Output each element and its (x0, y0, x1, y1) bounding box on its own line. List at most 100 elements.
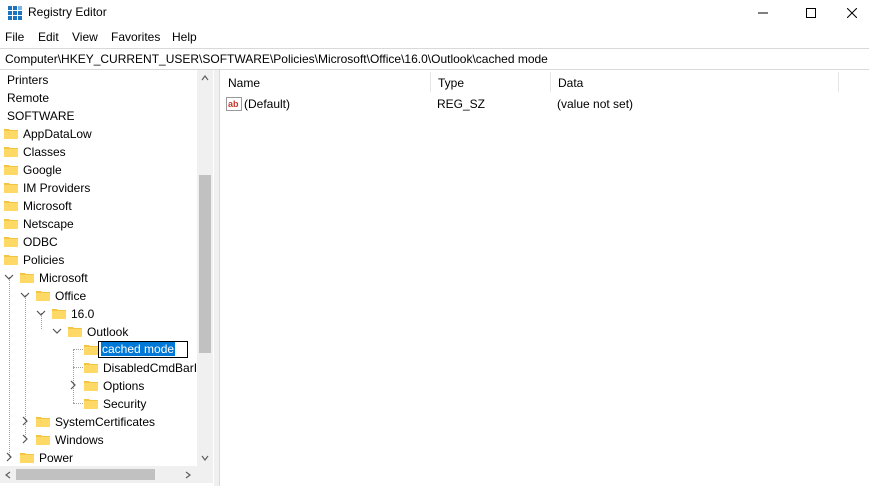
folder-icon (4, 183, 18, 193)
menu-favorites[interactable]: Favorites (111, 30, 160, 44)
tree-item-options[interactable]: Options (0, 377, 198, 395)
folder-icon (4, 237, 18, 247)
scrollbar-corner (197, 466, 213, 483)
folder-icon (4, 165, 18, 175)
address-path[interactable]: Computer\HKEY_CURRENT_USER\SOFTWARE\Poli… (5, 52, 548, 66)
tree-item-microsoft[interactable]: Microsoft (0, 197, 198, 215)
folder-icon (36, 417, 50, 427)
menu-view[interactable]: View (72, 30, 98, 44)
tree-item-policies[interactable]: Policies (0, 251, 198, 269)
tree-item-label: DisabledCmdBarIt (103, 361, 201, 375)
scroll-down-icon[interactable] (201, 454, 209, 462)
tree-item-windows[interactable]: Windows (0, 431, 198, 449)
tree-item-disabledcmdbaritems[interactable]: DisabledCmdBarIt (0, 359, 201, 377)
folder-open-icon (52, 309, 66, 319)
column-header-type[interactable]: Type (430, 70, 550, 94)
tree-item-label: IM Providers (23, 181, 91, 195)
tree-item-label: 16.0 (71, 307, 95, 321)
maximize-icon (806, 8, 816, 18)
tree-item-label: Windows (55, 433, 104, 447)
scroll-left-icon[interactable] (4, 471, 12, 479)
tree-item-cached-mode[interactable]: cached mode (0, 341, 198, 359)
tree-item-netscape[interactable]: Netscape (0, 215, 198, 233)
value-name: (Default) (244, 97, 291, 111)
tree-item-label: Remote (7, 91, 50, 105)
menu-file[interactable]: File (5, 30, 24, 44)
menu-edit[interactable]: Edit (38, 30, 59, 44)
folder-icon (4, 255, 18, 265)
close-button[interactable] (834, 0, 869, 26)
chevron-right-icon[interactable] (68, 380, 78, 390)
folder-open-icon (68, 327, 82, 337)
tree-item-label: Security (103, 397, 147, 411)
folder-icon (84, 399, 98, 409)
folder-icon (4, 219, 18, 229)
tree-item-label: Microsoft (23, 199, 72, 213)
tree-item-im-providers[interactable]: IM Providers (0, 179, 198, 197)
column-header-name[interactable]: Name (220, 70, 430, 94)
key-tree[interactable]: Printers Remote SOFTWARE AppDataLow Clas… (0, 70, 215, 486)
chevron-right-icon[interactable] (4, 452, 14, 462)
menu-bar: File Edit View Favorites Help (0, 27, 869, 47)
tree-item-label-selected[interactable]: cached mode (101, 342, 176, 356)
address-bar[interactable]: Computer\HKEY_CURRENT_USER\SOFTWARE\Poli… (0, 48, 869, 70)
folder-icon (84, 381, 98, 391)
tree-vertical-scrollbar[interactable] (197, 70, 213, 466)
chevron-down-icon[interactable] (36, 308, 46, 318)
string-value-icon: ab (226, 97, 242, 111)
chevron-right-icon[interactable] (20, 416, 30, 426)
tree-item-software[interactable]: SOFTWARE (0, 107, 198, 125)
tree-item-label: Netscape (23, 217, 74, 231)
registry-editor-icon (8, 6, 22, 20)
value-row[interactable]: ab (Default) REG_SZ (value not set) (220, 95, 860, 113)
chevron-right-icon[interactable] (20, 434, 30, 444)
folder-icon (84, 345, 98, 355)
minimize-button[interactable] (740, 0, 786, 26)
window-title: Registry Editor (28, 5, 107, 19)
tree-item-outlook[interactable]: Outlook (0, 323, 198, 341)
close-icon (846, 8, 857, 18)
scrollbar-thumb[interactable] (199, 175, 211, 353)
title-bar: Registry Editor (0, 0, 869, 26)
chevron-down-icon[interactable] (4, 272, 14, 282)
chevron-down-icon[interactable] (20, 290, 30, 300)
folder-icon (4, 201, 18, 211)
maximize-button[interactable] (788, 0, 834, 26)
tree-horizontal-scrollbar[interactable] (0, 466, 197, 483)
column-separator[interactable] (838, 72, 839, 92)
tree-item-label: Google (23, 163, 62, 177)
menu-help[interactable]: Help (172, 30, 197, 44)
column-header-label: Name (228, 76, 261, 90)
tree-item-label: Power (39, 451, 74, 465)
chevron-down-icon[interactable] (52, 326, 62, 336)
scroll-right-icon[interactable] (184, 471, 192, 479)
folder-open-icon (20, 273, 34, 283)
tree-item-odbc[interactable]: ODBC (0, 233, 198, 251)
values-list[interactable]: Name Type Data ab (Default) REG_SZ (valu… (219, 70, 869, 486)
folder-icon (4, 147, 18, 157)
tree-item-printers[interactable]: Printers (0, 71, 198, 89)
tree-item-google[interactable]: Google (0, 161, 198, 179)
tree-item-office[interactable]: Office (0, 287, 198, 305)
tree-item-label: Options (103, 379, 145, 393)
scrollbar-thumb[interactable] (16, 469, 155, 480)
tree-item-appdatalow[interactable]: AppDataLow (0, 125, 198, 143)
tree-item-label: Office (55, 289, 87, 303)
tree-item-policies-microsoft[interactable]: Microsoft (0, 269, 198, 287)
tree-item-power[interactable]: Power (0, 449, 198, 467)
tree-item-classes[interactable]: Classes (0, 143, 198, 161)
tree-item-remote[interactable]: Remote (0, 89, 198, 107)
column-header-data[interactable]: Data (550, 70, 838, 94)
tree-item-label: Printers (7, 73, 49, 87)
tree-item-systemcertificates[interactable]: SystemCertificates (0, 413, 198, 431)
folder-icon (4, 129, 18, 139)
tree-item-label: Outlook (87, 325, 129, 339)
column-header-label: Type (438, 76, 465, 90)
tree-item-16-0[interactable]: 16.0 (0, 305, 198, 323)
tree-item-label: Policies (23, 253, 65, 267)
value-type: REG_SZ (437, 97, 486, 111)
tree-item-security[interactable]: Security (0, 395, 198, 413)
rename-key-input[interactable]: cached mode (98, 341, 188, 358)
tree-item-label: AppDataLow (23, 127, 92, 141)
scroll-up-icon[interactable] (201, 74, 209, 82)
